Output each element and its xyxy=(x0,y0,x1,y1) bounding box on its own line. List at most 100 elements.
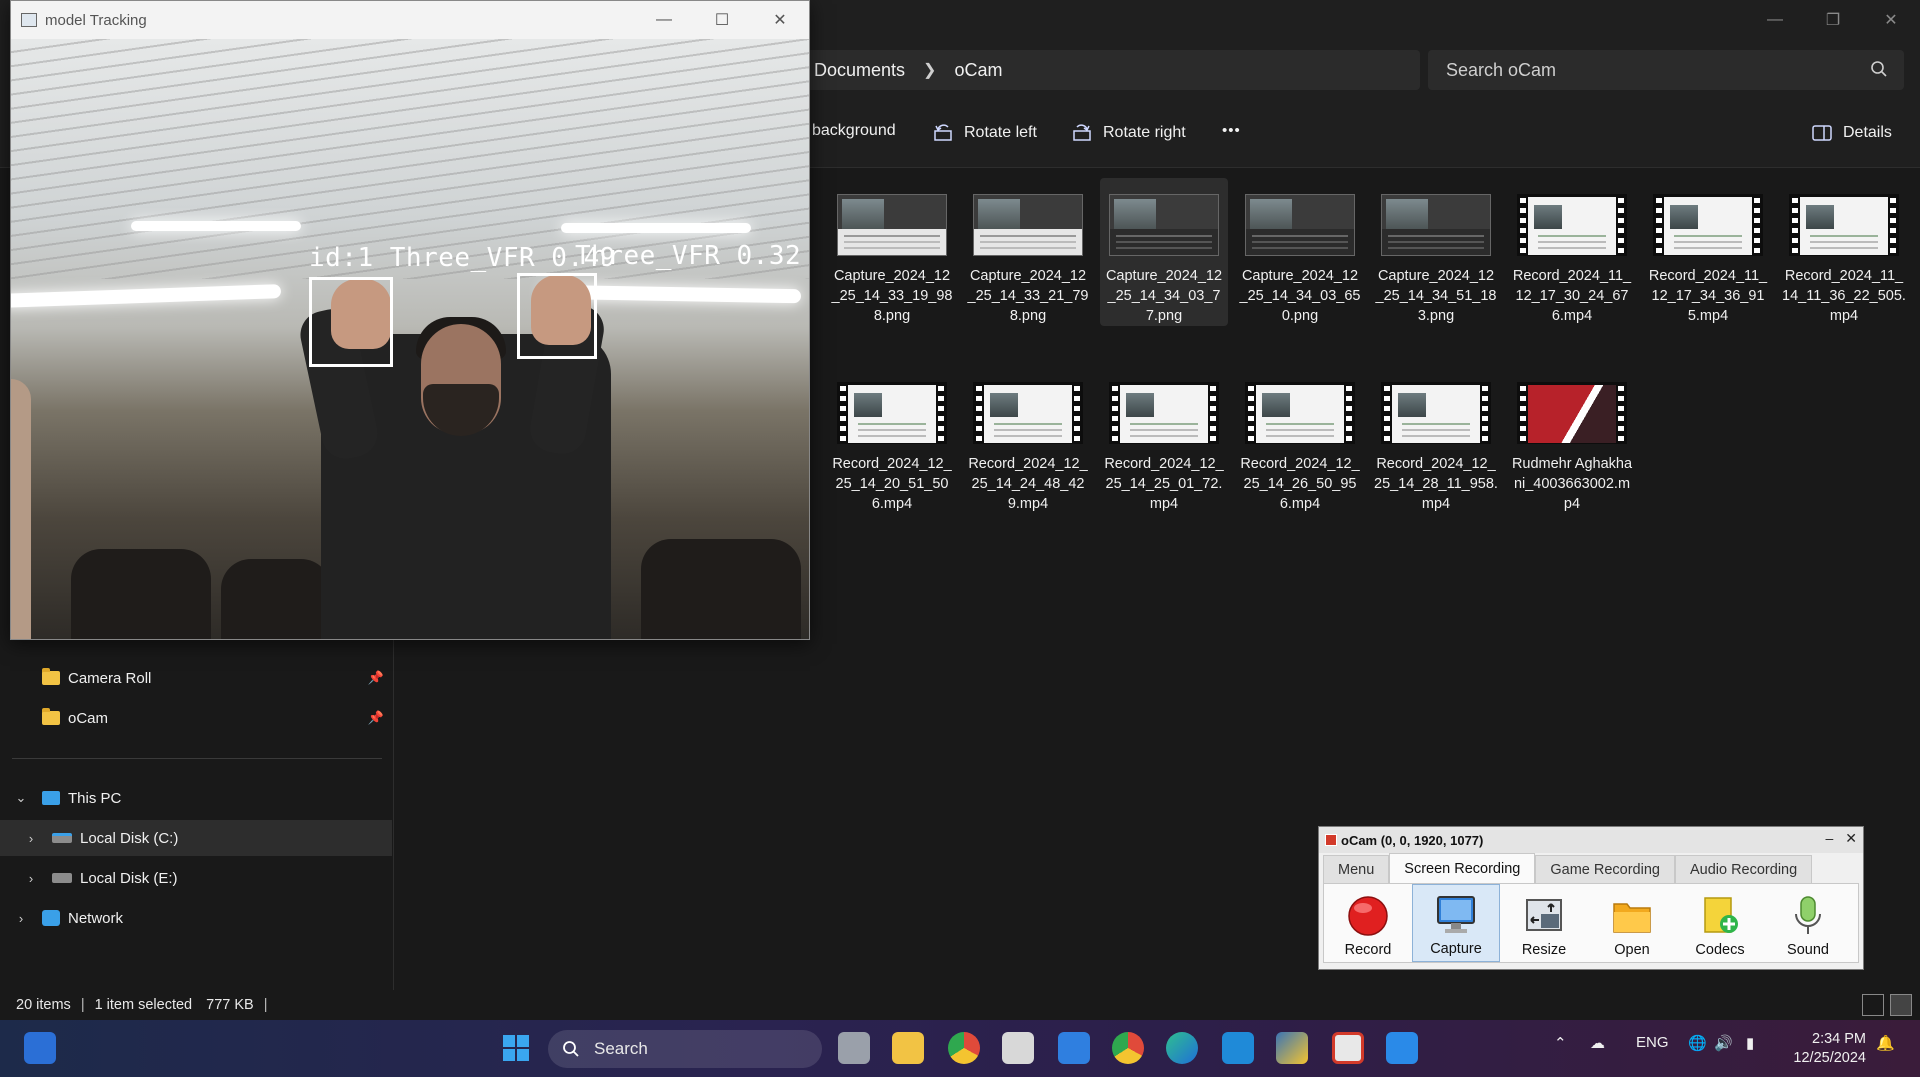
rotate-right-button[interactable]: Rotate right xyxy=(1071,122,1186,144)
video-thumbnail xyxy=(1789,194,1899,256)
breadcrumb-ocam[interactable]: oCam xyxy=(954,60,1002,81)
snipping-tool-icon[interactable] xyxy=(1002,1032,1034,1064)
restore-button[interactable]: ❐ xyxy=(1804,0,1862,40)
vscode-icon[interactable] xyxy=(1222,1032,1254,1064)
chrome-icon[interactable] xyxy=(948,1032,980,1064)
close-button[interactable]: ✕ xyxy=(1845,830,1857,847)
file-item[interactable]: Capture_2024_12_25_14_33_21_798.png xyxy=(964,178,1092,326)
file-item[interactable]: Rudmehr Aghakhani_4003663002.mp4 xyxy=(1508,366,1636,514)
tab-game-recording[interactable]: Game Recording xyxy=(1535,855,1675,883)
todo-icon[interactable] xyxy=(1058,1032,1090,1064)
globe-icon[interactable]: 🌐 xyxy=(1688,1034,1707,1052)
file-item[interactable]: Capture_2024_12_25_14_34_03_77.png xyxy=(1100,178,1228,326)
file-item[interactable]: Record_2024_12_25_14_28_11_958.mp4 xyxy=(1372,366,1500,514)
set-as-background-button[interactable]: background xyxy=(812,122,896,140)
sound-button[interactable]: Sound xyxy=(1764,884,1852,962)
tab-screen-recording[interactable]: Screen Recording xyxy=(1389,853,1536,883)
pin-icon: 📌 xyxy=(367,670,384,685)
task-view-icon[interactable] xyxy=(838,1032,870,1064)
capture-label: Capture xyxy=(1430,941,1482,957)
file-explorer-icon[interactable] xyxy=(892,1032,924,1064)
minimize-button[interactable]: — xyxy=(1746,0,1804,40)
sidebar-item-local-disk-e[interactable]: › Local Disk (E:) xyxy=(0,860,394,896)
resize-button[interactable]: Resize xyxy=(1500,884,1588,962)
chevron-up-icon[interactable]: ⌃ xyxy=(1554,1034,1567,1052)
chevron-right-icon[interactable]: ❯ xyxy=(923,60,936,80)
search-icon[interactable] xyxy=(1870,60,1888,78)
image-thumbnail xyxy=(837,194,947,256)
search-input[interactable]: Search oCam xyxy=(1428,50,1904,90)
chevron-down-icon[interactable]: ⌄ xyxy=(14,790,28,806)
chrome-profile-icon[interactable] xyxy=(1112,1032,1144,1064)
pin-icon: 📌 xyxy=(367,710,384,725)
background-person xyxy=(221,559,331,639)
file-item[interactable]: Record_2024_11_12_17_30_24_676.mp4 xyxy=(1508,178,1636,326)
chevron-right-icon[interactable]: › xyxy=(14,911,28,926)
file-item[interactable]: Record_2024_12_25_14_26_50_956.mp4 xyxy=(1236,366,1364,514)
chevron-right-icon[interactable]: › xyxy=(24,831,38,846)
file-item[interactable]: Record_2024_11_14_11_36_22_505.mp4 xyxy=(1780,178,1908,326)
start-icon[interactable] xyxy=(500,1032,532,1064)
file-item[interactable]: Record_2024_11_12_17_34_36_915.mp4 xyxy=(1644,178,1772,326)
taskbar-search[interactable]: Search xyxy=(548,1030,822,1068)
minimize-button[interactable]: – xyxy=(1825,830,1833,847)
ocam-taskbar-icon[interactable] xyxy=(1332,1032,1364,1064)
tiles-view-button[interactable] xyxy=(1890,994,1912,1016)
volume-icon[interactable]: 🔊 xyxy=(1714,1034,1733,1052)
breadcrumb-documents[interactable]: Documents xyxy=(814,60,905,81)
minimize-button[interactable]: — xyxy=(635,1,693,39)
rotate-left-button[interactable]: Rotate left xyxy=(932,122,1037,144)
close-button[interactable]: ✕ xyxy=(1862,0,1920,40)
ocam-window[interactable]: oCam (0, 0, 1920, 1077) – ✕ Menu Screen … xyxy=(1318,826,1864,970)
file-item[interactable]: Record_2024_12_25_14_24_48_429.mp4 xyxy=(964,366,1092,514)
record-button[interactable]: Record xyxy=(1324,884,1412,962)
file-item[interactable]: Capture_2024_12_25_14_33_19_988.png xyxy=(828,178,956,326)
detection-box xyxy=(309,277,393,367)
details-pane-button[interactable]: Details xyxy=(1811,122,1892,144)
clock-date: 12/25/2024 xyxy=(1793,1050,1866,1066)
sidebar-item-label: Camera Roll xyxy=(68,669,152,687)
edge-icon[interactable] xyxy=(1166,1032,1198,1064)
close-button[interactable]: ✕ xyxy=(751,1,809,39)
codecs-button[interactable]: Codecs xyxy=(1676,884,1764,962)
sidebar-divider xyxy=(12,758,382,759)
maximize-button[interactable]: ☐ xyxy=(693,1,751,39)
sidebar-item-this-pc[interactable]: ⌄ This PC xyxy=(0,780,394,816)
language-indicator[interactable]: ENG xyxy=(1636,1034,1669,1051)
network-icon xyxy=(42,910,60,926)
model-tracking-window[interactable]: model Tracking — ☐ ✕ id:1 Three_VFR 0.49… xyxy=(10,0,810,640)
breadcrumb[interactable]: Documents ❯ oCam xyxy=(800,50,1420,90)
onedrive-icon[interactable]: ☁ xyxy=(1590,1034,1605,1052)
photos-icon[interactable] xyxy=(1386,1032,1418,1064)
sidebar-item-ocam[interactable]: oCam 📌 xyxy=(0,700,394,736)
tab-menu[interactable]: Menu xyxy=(1323,855,1390,883)
clock[interactable]: 2:34 PM 12/25/2024 xyxy=(1793,1030,1866,1068)
tracking-titlebar[interactable]: model Tracking — ☐ ✕ xyxy=(11,1,809,39)
chevron-right-icon[interactable]: › xyxy=(24,871,38,886)
file-item[interactable]: Record_2024_12_25_14_20_51_506.mp4 xyxy=(828,366,956,514)
status-bar: 20 items | 1 item selected 777 KB | xyxy=(0,990,1920,1020)
battery-icon[interactable]: ▮ xyxy=(1746,1034,1754,1052)
notification-icon[interactable]: 🔔 xyxy=(1876,1034,1895,1052)
file-name: Capture_2024_12_25_14_33_19_988.png xyxy=(831,268,953,324)
details-view-button[interactable] xyxy=(1862,994,1884,1016)
sidebar-item-local-disk-c[interactable]: › Local Disk (C:) xyxy=(0,820,392,856)
sidebar-item-camera-roll[interactable]: Camera Roll 📌 xyxy=(0,660,394,696)
more-options-button[interactable]: ••• xyxy=(1222,122,1241,139)
image-thumbnail xyxy=(1109,194,1219,256)
sidebar-item-network[interactable]: › Network xyxy=(0,900,394,936)
rotate-left-label: Rotate left xyxy=(964,124,1037,141)
detection-box xyxy=(517,273,597,359)
open-button[interactable]: Open xyxy=(1588,884,1676,962)
ocam-titlebar[interactable]: oCam (0, 0, 1920, 1077) – ✕ xyxy=(1319,827,1863,853)
file-item[interactable]: Capture_2024_12_25_14_34_51_183.png xyxy=(1372,178,1500,326)
background-person xyxy=(71,549,211,639)
file-item[interactable]: Record_2024_12_25_14_25_01_72.mp4 xyxy=(1100,366,1228,514)
file-item[interactable]: Capture_2024_12_25_14_34_03_650.png xyxy=(1236,178,1364,326)
tab-audio-recording[interactable]: Audio Recording xyxy=(1674,855,1813,883)
python-icon[interactable] xyxy=(1276,1032,1308,1064)
capture-button[interactable]: Capture xyxy=(1412,884,1500,962)
widgets-icon[interactable] xyxy=(24,1032,56,1064)
camera-feed: id:1 Three_VFR 0.49 Three_VFR 0.32 xyxy=(11,39,809,639)
resize-label: Resize xyxy=(1521,942,1567,958)
